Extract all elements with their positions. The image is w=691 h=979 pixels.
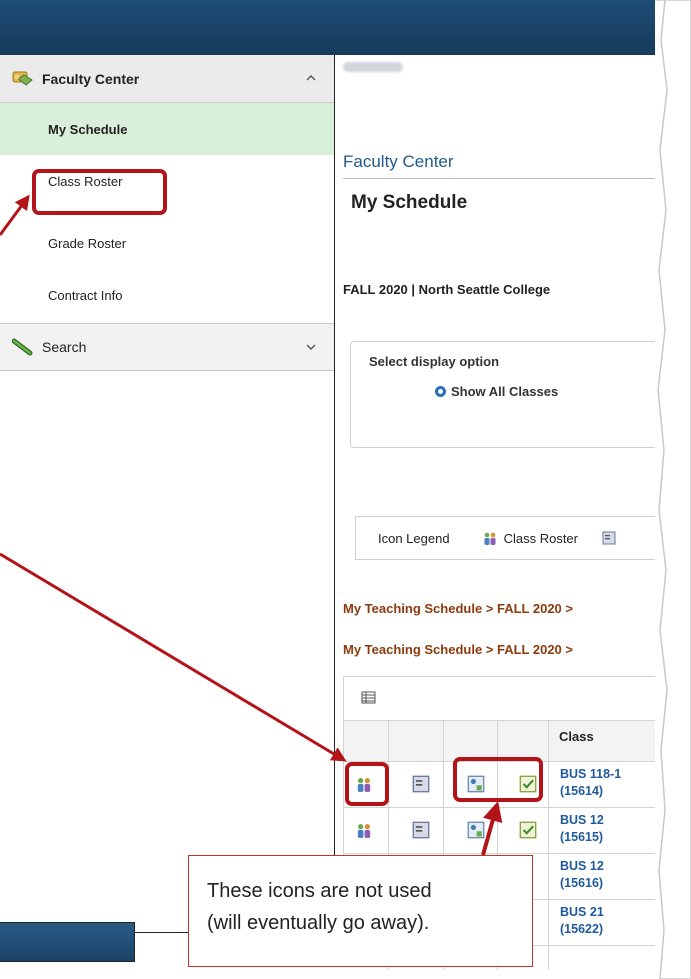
top-banner — [0, 0, 665, 55]
nav-header-search[interactable]: Search — [0, 323, 334, 371]
class-number[interactable]: (15616) — [560, 875, 604, 892]
class-number[interactable]: (15615) — [560, 829, 604, 846]
legend-class-roster-label: Class Roster — [503, 530, 578, 546]
nav-item-grade-roster[interactable]: Grade Roster — [0, 217, 334, 269]
class-roster-icon[interactable] — [355, 821, 373, 839]
display-option-label: Select display option — [369, 354, 500, 369]
class-link[interactable]: BUS 118-1 (15614) — [560, 766, 621, 800]
table-header — [343, 720, 665, 762]
class-link[interactable]: BUS 12 (15615) — [560, 812, 604, 846]
table-toolbar — [343, 676, 665, 720]
class-roster-icon — [484, 532, 496, 545]
faculty-center-icon — [12, 68, 34, 90]
title-divider — [343, 178, 663, 179]
page-title: My Schedule — [351, 192, 468, 213]
show-all-classes-radio[interactable]: Show All Classes — [435, 384, 558, 399]
icon-legend: Icon Legend Class Roster — [355, 516, 675, 560]
class-code[interactable]: BUS 118-1 — [560, 766, 621, 783]
grid-view-icon[interactable] — [361, 690, 377, 706]
highlight-class-roster-nav — [32, 169, 167, 215]
checklist-icon[interactable] — [519, 821, 537, 839]
chevron-up-icon[interactable] — [304, 71, 318, 85]
nav-header-faculty-center[interactable]: Faculty Center — [0, 55, 334, 103]
grade-roster-icon — [602, 531, 616, 545]
class-code[interactable]: BUS 21 — [560, 904, 604, 921]
show-all-classes-label: Show All Classes — [451, 384, 559, 399]
class-code[interactable]: BUS 12 — [560, 812, 604, 829]
chevron-down-icon[interactable] — [304, 340, 318, 354]
annotation-callout: These icons are not used (will eventuall… — [188, 855, 533, 967]
grade-roster-icon[interactable] — [412, 821, 430, 839]
search-pencil-icon — [12, 336, 34, 358]
class-link[interactable]: BUS 12 (15616) — [560, 858, 604, 892]
breadcrumb-teaching-schedule-2: My Teaching Schedule > FALL 2020 > — [343, 642, 573, 657]
display-option-box: Select display option Show All Classes — [350, 341, 670, 448]
highlight-roster-icon — [345, 762, 389, 806]
class-column-header: Class — [559, 729, 594, 744]
bottom-banner — [0, 922, 135, 962]
section-title: Faculty Center — [343, 152, 454, 171]
radio-selected-icon[interactable] — [435, 386, 446, 397]
breadcrumb-teaching-schedule-1: My Teaching Schedule > FALL 2020 > — [343, 601, 573, 616]
highlight-unused-icons — [453, 757, 543, 802]
callout-line-2: (will eventually go away). — [207, 912, 430, 934]
grade-roster-icon[interactable] — [412, 775, 430, 793]
class-code[interactable]: BUS 12 — [560, 858, 604, 875]
callout-line-1: These icons are not used — [207, 880, 432, 902]
torn-edge — [655, 0, 691, 979]
learning-management-icon[interactable] — [467, 821, 485, 839]
nav-faculty-center-label: Faculty Center — [42, 70, 140, 87]
class-number[interactable]: (15614) — [560, 783, 621, 800]
nav-item-my-schedule[interactable]: My Schedule — [0, 103, 334, 155]
class-link[interactable]: BUS 21 (15622) — [560, 904, 604, 938]
class-number[interactable]: (15622) — [560, 921, 604, 938]
table-row: BUS 12 (15615) — [343, 808, 665, 854]
icon-legend-label: Icon Legend — [378, 530, 450, 546]
blurred-user-name — [343, 62, 403, 72]
nav-search-label: Search — [42, 339, 87, 355]
term-label: FALL 2020 | North Seattle College — [343, 282, 551, 297]
nav-item-contract-info[interactable]: Contract Info — [0, 269, 334, 321]
